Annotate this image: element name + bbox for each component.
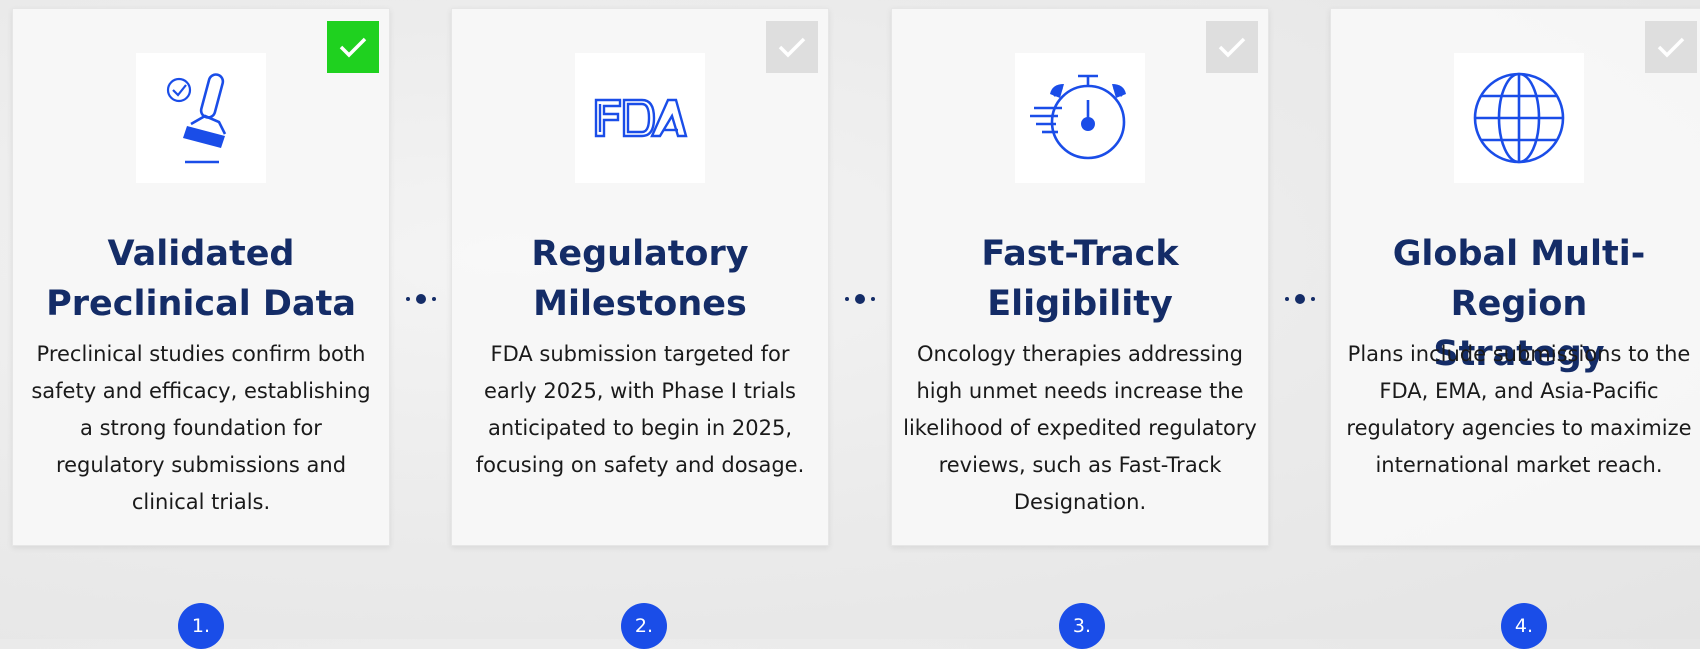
step-description: FDA submission targeted for early 2025, … xyxy=(475,342,805,477)
checkbox-checked-icon[interactable] xyxy=(327,21,379,73)
step-card-4: Global Multi-Region Strategy Plans inclu… xyxy=(1330,8,1700,546)
step-description: Plans include submissions to the FDA, EM… xyxy=(1346,342,1692,477)
connector-dots-icon xyxy=(845,294,875,304)
step-card-2: Regulatory Milestones FDA submission tar… xyxy=(451,8,829,546)
step-card-1: Validated Preclinical Data Preclinical s… xyxy=(12,8,390,546)
checkbox-unchecked-icon[interactable] xyxy=(1645,21,1697,73)
connector-dots-icon xyxy=(406,294,436,304)
step-number-badge: 3. xyxy=(1059,603,1105,649)
step-title: Validated Preclinical Data xyxy=(46,234,356,324)
step-description: Preclinical studies confirm both safety … xyxy=(31,342,371,514)
connector-dots-icon xyxy=(1285,294,1315,304)
step-title: Fast-Track Eligibility xyxy=(981,234,1179,324)
stopwatch-icon xyxy=(1015,53,1145,183)
stamp-icon xyxy=(136,53,266,183)
fda-logo-icon xyxy=(575,53,705,183)
step-description: Oncology therapies addressing high unmet… xyxy=(903,342,1257,514)
step-title: Regulatory Milestones xyxy=(531,234,749,324)
checkbox-unchecked-icon[interactable] xyxy=(766,21,818,73)
step-number-badge: 1. xyxy=(178,603,224,649)
step-number-badge: 4. xyxy=(1501,603,1547,649)
checkbox-unchecked-icon[interactable] xyxy=(1206,21,1258,73)
globe-icon xyxy=(1454,53,1584,183)
step-number-badge: 2. xyxy=(621,603,667,649)
step-card-3: Fast-Track Eligibility Oncology therapie… xyxy=(891,8,1269,546)
